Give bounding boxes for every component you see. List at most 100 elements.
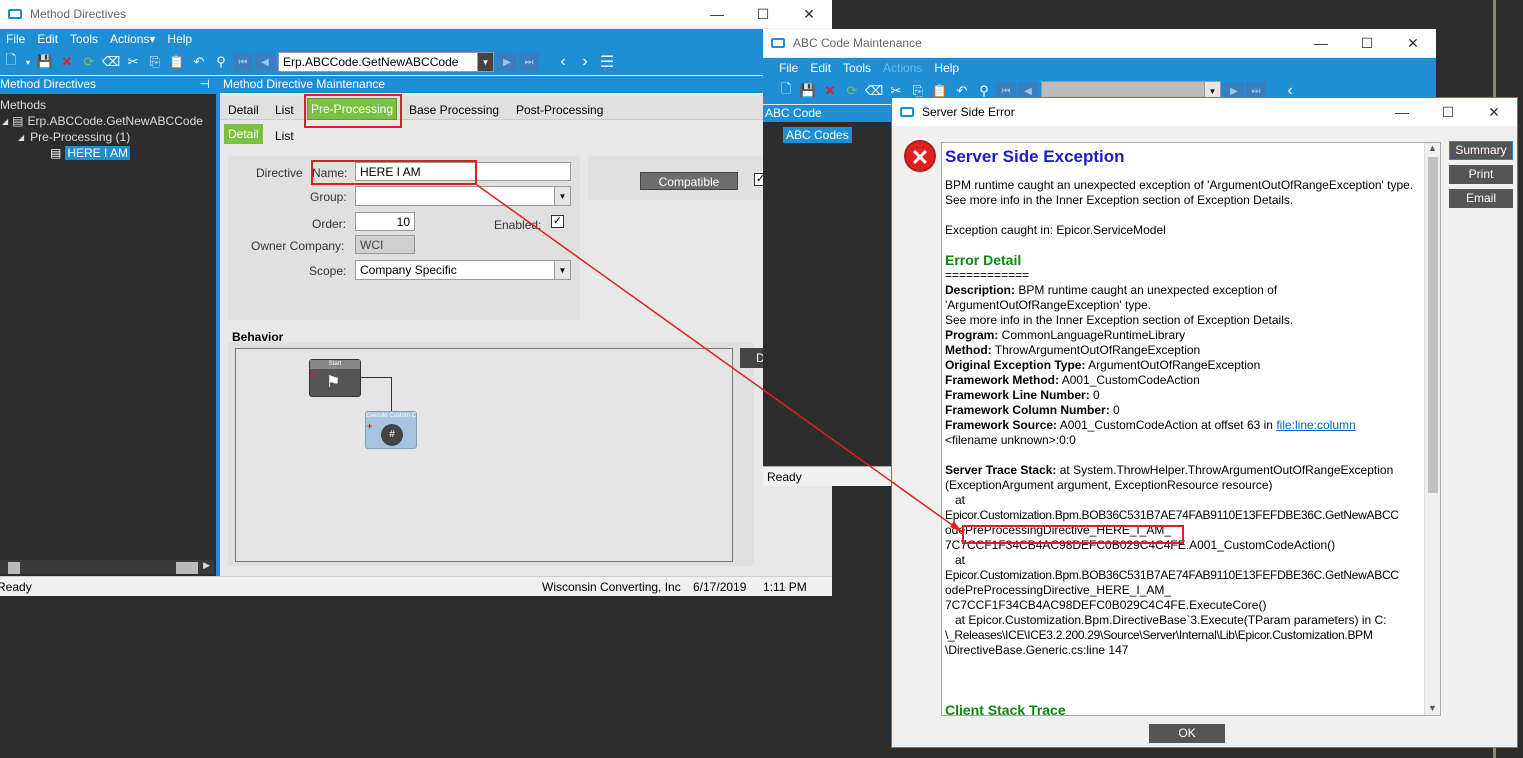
delete-icon[interactable]: ✕ (821, 82, 839, 100)
tree-node-item[interactable]: ▤ HERE I AM (50, 146, 131, 160)
subtab-list[interactable]: List (275, 129, 294, 143)
last-record-icon[interactable]: ⏭ (519, 53, 539, 71)
minimize-icon[interactable]: — (694, 0, 740, 28)
add-icon[interactable]: + (311, 369, 316, 379)
tab-base-processing[interactable]: Base Processing (409, 103, 499, 117)
maximize-icon[interactable]: ☐ (1425, 98, 1471, 126)
hamburger-menu-icon[interactable]: ☰ (598, 53, 616, 71)
cut-icon[interactable]: ✂ (124, 53, 142, 71)
trace-row: Server Trace Stack: at System.ThrowHelpe… (945, 463, 1394, 477)
menu-actions[interactable]: Actions (877, 61, 928, 75)
menu-help[interactable]: Help (161, 32, 198, 46)
menu-edit[interactable]: Edit (31, 32, 64, 46)
tab-list[interactable]: List (275, 103, 294, 117)
order-label: Order: (312, 217, 347, 231)
chevron-down-icon[interactable]: ▼ (477, 53, 493, 71)
source-link[interactable]: file:line:column (1276, 418, 1355, 432)
save-icon[interactable]: 💾 (799, 82, 817, 100)
scroll-thumb-right[interactable] (176, 562, 198, 574)
menu-help[interactable]: Help (928, 61, 965, 75)
window-title: ABC Code Maintenance (793, 36, 922, 50)
error-scrollbar[interactable]: ▲ ▼ (1424, 143, 1440, 715)
exec-node[interactable]: Execute Custom C... # + (365, 411, 417, 449)
summary-button[interactable]: Summary (1449, 141, 1513, 160)
print-button[interactable]: Print (1449, 165, 1513, 184)
scroll-down-icon[interactable]: ▼ (1428, 703, 1437, 713)
tree-root[interactable]: Methods (0, 98, 46, 112)
name-field[interactable]: HERE I AM (355, 162, 571, 181)
tree-scrollbar[interactable]: ▶ (0, 560, 214, 574)
error-heading: Server Side Exception (945, 147, 1125, 166)
scroll-up-icon[interactable]: ▲ (1428, 143, 1437, 153)
menu-file[interactable]: File (0, 32, 31, 46)
group-label: Group: (310, 190, 347, 204)
tree-node-method[interactable]: ◢ ▤ Erp.ABCCode.GetNewABCCode (2, 114, 203, 128)
behavior-canvas[interactable]: Start ⚑ + Execute Custom C... # + (235, 348, 733, 562)
app-icon (900, 107, 914, 117)
close-icon[interactable]: ✕ (786, 0, 832, 28)
new-icon[interactable]: 🗋 (2, 52, 20, 71)
clear-icon[interactable]: ⌫ (865, 82, 883, 100)
maximize-icon[interactable]: ☐ (1344, 29, 1390, 57)
expand-icon[interactable]: ◢ (18, 133, 24, 142)
owner-company-field: WCI (355, 235, 415, 254)
start-node[interactable]: Start ⚑ + (309, 359, 361, 397)
compatible-button[interactable]: Compatible (640, 172, 738, 190)
first-record-icon[interactable]: ⏮ (233, 53, 253, 71)
subtab-detail[interactable]: Detail (224, 124, 263, 144)
tab-pre-processing[interactable]: Pre-Processing (307, 98, 398, 120)
search-icon[interactable]: ⚲ (212, 53, 230, 71)
forward-icon[interactable]: › (576, 53, 594, 71)
detail-separator: ============ (945, 268, 1030, 282)
tree-node-group[interactable]: ◢ Pre-Processing (1) (18, 130, 130, 144)
ok-button[interactable]: OK (1149, 724, 1225, 743)
enabled-checkbox[interactable]: ✓ (551, 215, 564, 228)
delete-icon[interactable]: ✕ (58, 53, 76, 71)
method-statusbar: Ready Wisconsin Converting, Inc 6/17/201… (0, 576, 832, 596)
new-icon[interactable]: 🗋 (777, 81, 795, 100)
scope-combo[interactable]: Company Specific ▼ (355, 260, 571, 280)
chevron-down-icon[interactable]: ▼ (554, 187, 570, 205)
copy-icon[interactable]: ⎘ (146, 53, 164, 71)
scroll-right-icon[interactable]: ▶ (203, 560, 210, 571)
minimize-icon[interactable]: — (1379, 98, 1425, 126)
refresh-icon[interactable]: ⟳ (843, 82, 861, 100)
menu-file[interactable]: File (773, 61, 804, 75)
group-combo[interactable]: ▼ (355, 186, 571, 206)
save-icon[interactable]: 💾 (36, 53, 54, 71)
tab-post-processing[interactable]: Post-Processing (516, 103, 603, 117)
menu-edit[interactable]: Edit (804, 61, 837, 75)
pin-icon[interactable]: ⊣ (200, 77, 210, 91)
nav-record-combo[interactable]: Erp.ABCCode.GetNewABCCode ▼ (278, 52, 494, 72)
directive-label: Directive (256, 166, 303, 180)
clear-icon[interactable]: ⌫ (102, 53, 120, 71)
back-icon[interactable]: ‹ (554, 53, 572, 71)
menu-tools[interactable]: Tools (837, 61, 877, 75)
expand-icon[interactable]: ◢ (2, 117, 8, 126)
tab-detail[interactable]: Detail (228, 103, 259, 117)
close-icon[interactable]: ✕ (1471, 98, 1517, 126)
email-button[interactable]: Email (1449, 189, 1513, 208)
undo-icon[interactable]: ↶ (190, 53, 208, 71)
refresh-icon[interactable]: ⟳ (80, 53, 98, 71)
scroll-thumb[interactable] (8, 562, 20, 574)
prev-record-icon[interactable]: ◀ (255, 53, 275, 71)
scroll-thumb[interactable] (1428, 157, 1438, 493)
close-icon[interactable]: ✕ (1390, 29, 1436, 57)
menu-tools[interactable]: Tools (64, 32, 104, 46)
dropdown-arrow-icon[interactable]: ▾ (24, 53, 32, 71)
order-field[interactable]: 10 (355, 212, 415, 231)
add-icon[interactable]: + (367, 421, 372, 431)
chevron-down-icon[interactable]: ▼ (554, 261, 570, 279)
maximize-icon[interactable]: ☐ (740, 0, 786, 28)
abc-codes-tab[interactable]: ABC Codes (783, 127, 852, 143)
method-icon: ▤ (12, 114, 24, 128)
minimize-icon[interactable]: — (1298, 29, 1344, 57)
menu-actions[interactable]: Actions▾ (104, 32, 161, 46)
flag-icon: ⚑ (326, 374, 341, 391)
paste-icon[interactable]: 📋 (168, 53, 186, 71)
next-record-icon[interactable]: ▶ (497, 53, 517, 71)
subtab-strip (220, 122, 832, 146)
detail-row: See more info in the Inner Exception sec… (945, 313, 1294, 327)
method-directives-window: Method Directives — ☐ ✕ File Edit Tools … (0, 0, 832, 596)
